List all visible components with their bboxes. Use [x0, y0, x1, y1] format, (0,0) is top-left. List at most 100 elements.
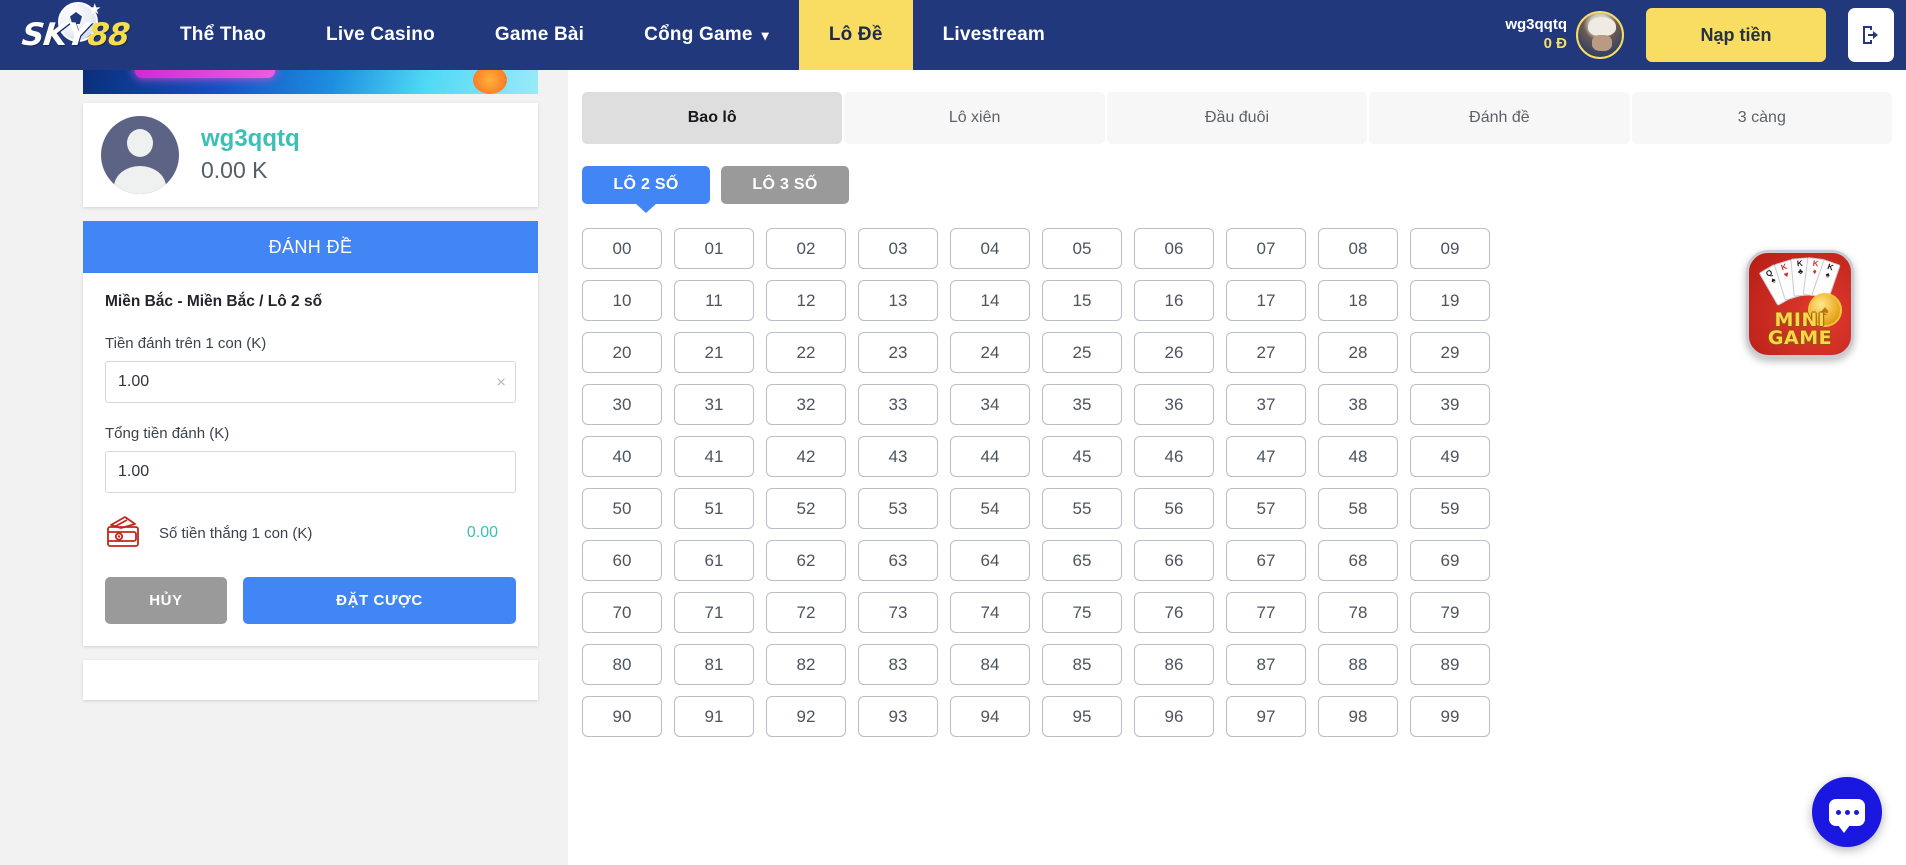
- number-cell-01[interactable]: 01: [674, 228, 754, 269]
- number-cell-29[interactable]: 29: [1410, 332, 1490, 373]
- number-cell-50[interactable]: 50: [582, 488, 662, 529]
- number-cell-84[interactable]: 84: [950, 644, 1030, 685]
- cancel-button[interactable]: HỦY: [105, 577, 227, 624]
- number-cell-95[interactable]: 95: [1042, 696, 1122, 737]
- number-cell-82[interactable]: 82: [766, 644, 846, 685]
- nav-item-cong-game[interactable]: Cổng Game ▾: [614, 0, 799, 70]
- number-cell-94[interactable]: 94: [950, 696, 1030, 737]
- number-cell-03[interactable]: 03: [858, 228, 938, 269]
- number-cell-17[interactable]: 17: [1226, 280, 1306, 321]
- number-cell-19[interactable]: 19: [1410, 280, 1490, 321]
- number-cell-62[interactable]: 62: [766, 540, 846, 581]
- number-cell-23[interactable]: 23: [858, 332, 938, 373]
- number-cell-92[interactable]: 92: [766, 696, 846, 737]
- tab-danh-de[interactable]: Đánh đề: [1369, 92, 1630, 144]
- subtab-lo-3-so[interactable]: LÔ 3 SỐ: [721, 166, 849, 204]
- number-cell-76[interactable]: 76: [1134, 592, 1214, 633]
- number-cell-79[interactable]: 79: [1410, 592, 1490, 633]
- number-cell-60[interactable]: 60: [582, 540, 662, 581]
- tab-3-cang[interactable]: 3 càng: [1631, 92, 1893, 144]
- promo-banner[interactable]: [83, 70, 538, 94]
- number-cell-81[interactable]: 81: [674, 644, 754, 685]
- number-cell-85[interactable]: 85: [1042, 644, 1122, 685]
- logout-button[interactable]: [1848, 8, 1894, 62]
- number-cell-39[interactable]: 39: [1410, 384, 1490, 425]
- number-cell-08[interactable]: 08: [1318, 228, 1398, 269]
- number-cell-47[interactable]: 47: [1226, 436, 1306, 477]
- number-cell-40[interactable]: 40: [582, 436, 662, 477]
- number-cell-87[interactable]: 87: [1226, 644, 1306, 685]
- number-cell-63[interactable]: 63: [858, 540, 938, 581]
- chat-support-button[interactable]: [1812, 777, 1882, 847]
- tab-dau-duoi[interactable]: Đầu đuôi: [1106, 92, 1368, 144]
- number-cell-77[interactable]: 77: [1226, 592, 1306, 633]
- number-cell-64[interactable]: 64: [950, 540, 1030, 581]
- number-cell-14[interactable]: 14: [950, 280, 1030, 321]
- number-cell-27[interactable]: 27: [1226, 332, 1306, 373]
- number-cell-07[interactable]: 07: [1226, 228, 1306, 269]
- number-cell-49[interactable]: 49: [1410, 436, 1490, 477]
- number-cell-37[interactable]: 37: [1226, 384, 1306, 425]
- number-cell-83[interactable]: 83: [858, 644, 938, 685]
- number-cell-86[interactable]: 86: [1134, 644, 1214, 685]
- number-cell-22[interactable]: 22: [766, 332, 846, 373]
- number-cell-99[interactable]: 99: [1410, 696, 1490, 737]
- number-cell-46[interactable]: 46: [1134, 436, 1214, 477]
- number-cell-97[interactable]: 97: [1226, 696, 1306, 737]
- number-cell-51[interactable]: 51: [674, 488, 754, 529]
- number-cell-36[interactable]: 36: [1134, 384, 1214, 425]
- number-cell-75[interactable]: 75: [1042, 592, 1122, 633]
- number-cell-61[interactable]: 61: [674, 540, 754, 581]
- number-cell-11[interactable]: 11: [674, 280, 754, 321]
- number-cell-78[interactable]: 78: [1318, 592, 1398, 633]
- number-cell-09[interactable]: 09: [1410, 228, 1490, 269]
- amount-per-number-input[interactable]: [105, 361, 516, 403]
- number-cell-98[interactable]: 98: [1318, 696, 1398, 737]
- number-cell-15[interactable]: 15: [1042, 280, 1122, 321]
- number-cell-93[interactable]: 93: [858, 696, 938, 737]
- number-cell-04[interactable]: 04: [950, 228, 1030, 269]
- number-cell-91[interactable]: 91: [674, 696, 754, 737]
- number-cell-13[interactable]: 13: [858, 280, 938, 321]
- place-bet-button[interactable]: ĐẶT CƯỢC: [243, 577, 516, 624]
- deposit-button[interactable]: Nạp tiền: [1646, 8, 1826, 62]
- number-cell-28[interactable]: 28: [1318, 332, 1398, 373]
- total-amount-input[interactable]: [105, 451, 516, 493]
- number-cell-56[interactable]: 56: [1134, 488, 1214, 529]
- number-cell-34[interactable]: 34: [950, 384, 1030, 425]
- number-cell-67[interactable]: 67: [1226, 540, 1306, 581]
- minigame-widget[interactable]: Q♠ K♥ K♣ K♦ K♠ MINI GAME: [1746, 250, 1854, 358]
- number-cell-30[interactable]: 30: [582, 384, 662, 425]
- number-cell-32[interactable]: 32: [766, 384, 846, 425]
- number-cell-44[interactable]: 44: [950, 436, 1030, 477]
- number-cell-31[interactable]: 31: [674, 384, 754, 425]
- number-cell-80[interactable]: 80: [582, 644, 662, 685]
- number-cell-53[interactable]: 53: [858, 488, 938, 529]
- number-cell-71[interactable]: 71: [674, 592, 754, 633]
- number-cell-38[interactable]: 38: [1318, 384, 1398, 425]
- number-cell-66[interactable]: 66: [1134, 540, 1214, 581]
- number-cell-05[interactable]: 05: [1042, 228, 1122, 269]
- number-cell-26[interactable]: 26: [1134, 332, 1214, 373]
- number-cell-25[interactable]: 25: [1042, 332, 1122, 373]
- nav-item-livestream[interactable]: Livestream: [913, 0, 1075, 70]
- number-cell-72[interactable]: 72: [766, 592, 846, 633]
- number-cell-16[interactable]: 16: [1134, 280, 1214, 321]
- site-logo[interactable]: ★ SKY88: [0, 0, 150, 70]
- number-cell-12[interactable]: 12: [766, 280, 846, 321]
- number-cell-00[interactable]: 00: [582, 228, 662, 269]
- number-cell-42[interactable]: 42: [766, 436, 846, 477]
- number-cell-59[interactable]: 59: [1410, 488, 1490, 529]
- number-cell-96[interactable]: 96: [1134, 696, 1214, 737]
- number-cell-69[interactable]: 69: [1410, 540, 1490, 581]
- number-cell-10[interactable]: 10: [582, 280, 662, 321]
- nav-item-the-thao[interactable]: Thể Thao: [150, 0, 296, 70]
- number-cell-58[interactable]: 58: [1318, 488, 1398, 529]
- tab-lo-xien[interactable]: Lô xiên: [844, 92, 1105, 144]
- number-cell-89[interactable]: 89: [1410, 644, 1490, 685]
- number-cell-73[interactable]: 73: [858, 592, 938, 633]
- number-cell-48[interactable]: 48: [1318, 436, 1398, 477]
- number-cell-90[interactable]: 90: [582, 696, 662, 737]
- user-summary[interactable]: wg3qqtq 0 Đ: [1505, 16, 1567, 54]
- number-cell-41[interactable]: 41: [674, 436, 754, 477]
